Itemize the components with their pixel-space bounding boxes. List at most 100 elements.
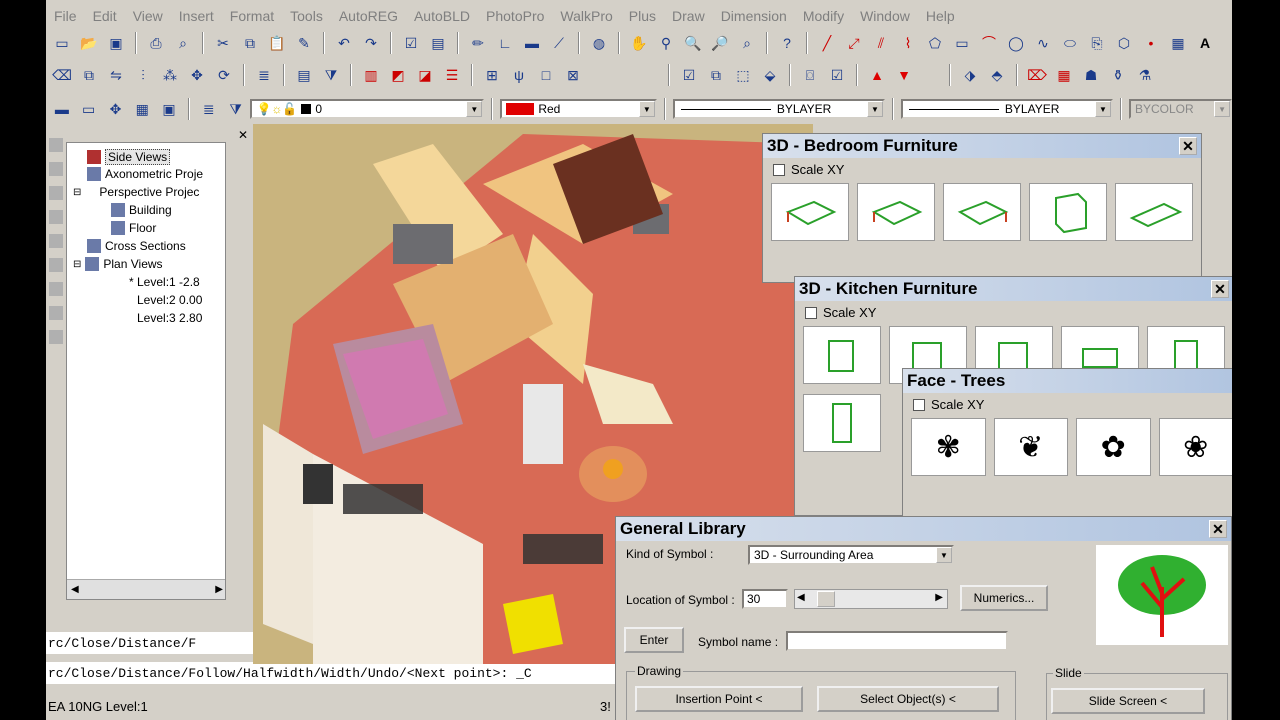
grid-icon[interactable]: ⊞	[480, 63, 504, 87]
kind-of-symbol-select[interactable]: 3D - Surrounding Area ▼	[748, 545, 954, 565]
checkbox-box[interactable]	[913, 398, 925, 411]
select-objects-button[interactable]: Select Object(s) <	[817, 686, 999, 712]
tool-icon[interactable]	[49, 282, 63, 296]
expand-icon[interactable]: ⊟	[73, 259, 81, 270]
numerics-button[interactable]: Numerics...	[960, 585, 1048, 611]
tool-icon[interactable]	[49, 258, 63, 272]
bed-thumbnail[interactable]	[857, 183, 935, 241]
tab-icon[interactable]: ▣	[157, 97, 181, 121]
list-icon[interactable]: ▦	[130, 97, 154, 121]
redo-icon[interactable]: ↷	[359, 31, 383, 55]
tool-icon[interactable]	[49, 162, 63, 176]
ruler-icon[interactable]: ▬	[520, 31, 544, 55]
pen-icon[interactable]: ✏	[466, 31, 490, 55]
stair-icon[interactable]: ☰	[440, 63, 464, 87]
scale-xy-checkbox[interactable]: Scale XY	[763, 158, 1201, 181]
door-icon[interactable]: ◩	[386, 63, 410, 87]
brick-icon[interactable]: ▦	[1052, 63, 1076, 87]
bed-thumbnail[interactable]	[1115, 183, 1193, 241]
erase-icon[interactable]: ⌫	[50, 63, 74, 87]
mirror-icon[interactable]: ⇋	[104, 63, 128, 87]
chevron-down-icon[interactable]: ▼	[866, 101, 883, 117]
command-line[interactable]: rc/Close/Distance/Follow/Halfwidth/Width…	[46, 662, 616, 684]
camera-icon[interactable]: ⌼	[798, 63, 822, 87]
chevron-down-icon[interactable]: ▼	[638, 101, 655, 117]
zoom-realtime-icon[interactable]: ⚲	[654, 31, 678, 55]
tree-item-axonometric[interactable]: Axonometric Proje	[87, 167, 203, 181]
point-icon[interactable]: •	[1139, 31, 1163, 55]
horizontal-scrollbar[interactable]: ◀ ▶	[67, 579, 225, 599]
enter-button[interactable]: Enter	[624, 627, 684, 653]
polyline-icon[interactable]: ⌇	[896, 31, 920, 55]
new-file-icon[interactable]: ▭	[50, 31, 74, 55]
array-icon[interactable]: ⁂	[158, 63, 182, 87]
xline-icon[interactable]: ⤢	[842, 31, 866, 55]
layer-manager-icon[interactable]: ≣	[252, 63, 276, 87]
arc-icon[interactable]: ⌒	[977, 31, 1001, 55]
menu-plus[interactable]: Plus	[621, 8, 664, 24]
design-center-icon[interactable]: ⧩	[319, 63, 343, 87]
insert-block-icon[interactable]: ⎘	[1085, 31, 1109, 55]
scroll-right-icon[interactable]: ▶	[215, 584, 223, 595]
tool-icon[interactable]	[49, 330, 63, 344]
expand-icon[interactable]: ⊟	[73, 187, 81, 198]
rectangle-icon[interactable]: ▭	[950, 31, 974, 55]
tree-item-floor[interactable]: Floor	[111, 221, 156, 235]
tree-item-side-views[interactable]: Side Views	[87, 149, 171, 165]
tool-icon[interactable]	[49, 210, 63, 224]
scroll-left-icon[interactable]: ◀	[797, 592, 805, 603]
line-icon[interactable]: ╱	[815, 31, 839, 55]
bed-thumbnail[interactable]	[943, 183, 1021, 241]
tree-item-level-2[interactable]: Level:2 0.00	[137, 293, 202, 307]
properties-icon[interactable]: ▤	[292, 63, 316, 87]
tool-icon[interactable]	[49, 234, 63, 248]
menu-format[interactable]: Format	[222, 8, 282, 24]
open-folder-icon[interactable]: 📂	[77, 31, 101, 55]
polygon-icon[interactable]: ⬠	[923, 31, 947, 55]
menu-help[interactable]: Help	[918, 8, 963, 24]
scroll-right-icon[interactable]: ▶	[935, 592, 943, 603]
pan-icon[interactable]: ✋	[627, 31, 651, 55]
menu-walkpro[interactable]: WalkPro	[552, 8, 620, 24]
fridge-thumbnail[interactable]	[803, 394, 881, 452]
slide-screen-button[interactable]: Slide Screen <	[1051, 688, 1205, 714]
angle-icon[interactable]: ∟	[493, 31, 517, 55]
scene-icon[interactable]: ⧉	[704, 63, 728, 87]
checkbox-box[interactable]	[773, 163, 785, 176]
box-icon[interactable]: ⬚	[731, 63, 755, 87]
menu-modify[interactable]: Modify	[795, 8, 852, 24]
linetype-combo[interactable]: BYLAYER ▼	[672, 99, 885, 119]
layer-previous-icon[interactable]: ⧩	[224, 97, 248, 121]
scale-xy-checkbox[interactable]: Scale XY	[795, 301, 1232, 324]
tree-item-perspective[interactable]: ⊟ Perspective Projec	[73, 185, 199, 199]
make-block-icon[interactable]: ⬡	[1112, 31, 1136, 55]
table-icon[interactable]: ▭	[77, 97, 101, 121]
bed-icon[interactable]: ▬	[50, 97, 74, 121]
close-icon[interactable]: ✕	[1211, 280, 1229, 298]
help-icon[interactable]: ?	[775, 31, 799, 55]
save-icon[interactable]: ▣	[104, 31, 128, 55]
menu-window[interactable]: Window	[852, 8, 918, 24]
match-properties-icon[interactable]: ✎	[292, 31, 316, 55]
tool-icon[interactable]	[49, 306, 63, 320]
menu-autobld[interactable]: AutoBLD	[406, 8, 478, 24]
layer-state-icon[interactable]: ≣	[197, 97, 221, 121]
triangle-down-icon[interactable]: ▼	[892, 63, 916, 87]
bed-thumbnail[interactable]	[771, 183, 849, 241]
menu-edit[interactable]: Edit	[85, 8, 125, 24]
window-icon[interactable]: ◪	[413, 63, 437, 87]
menu-tools[interactable]: Tools	[282, 8, 331, 24]
lamp-icon[interactable]: ⚱	[1106, 63, 1130, 87]
location-of-symbol-input[interactable]: 30	[742, 589, 788, 609]
print-icon[interactable]: ⎙	[144, 31, 168, 55]
scroll-left-icon[interactable]: ◀	[71, 584, 79, 595]
menu-autoreg[interactable]: AutoREG	[331, 8, 406, 24]
shade-icon[interactable]: ⬗	[958, 63, 982, 87]
menu-file[interactable]: File	[46, 8, 85, 24]
material-icon[interactable]: ⬙	[758, 63, 782, 87]
edit-view-icon[interactable]: ☑	[825, 63, 849, 87]
menu-draw[interactable]: Draw	[664, 8, 713, 24]
eraser-icon[interactable]: ⌦	[1025, 63, 1049, 87]
chevron-down-icon[interactable]: ▼	[1094, 101, 1111, 117]
person-icon[interactable]: ☗	[1079, 63, 1103, 87]
